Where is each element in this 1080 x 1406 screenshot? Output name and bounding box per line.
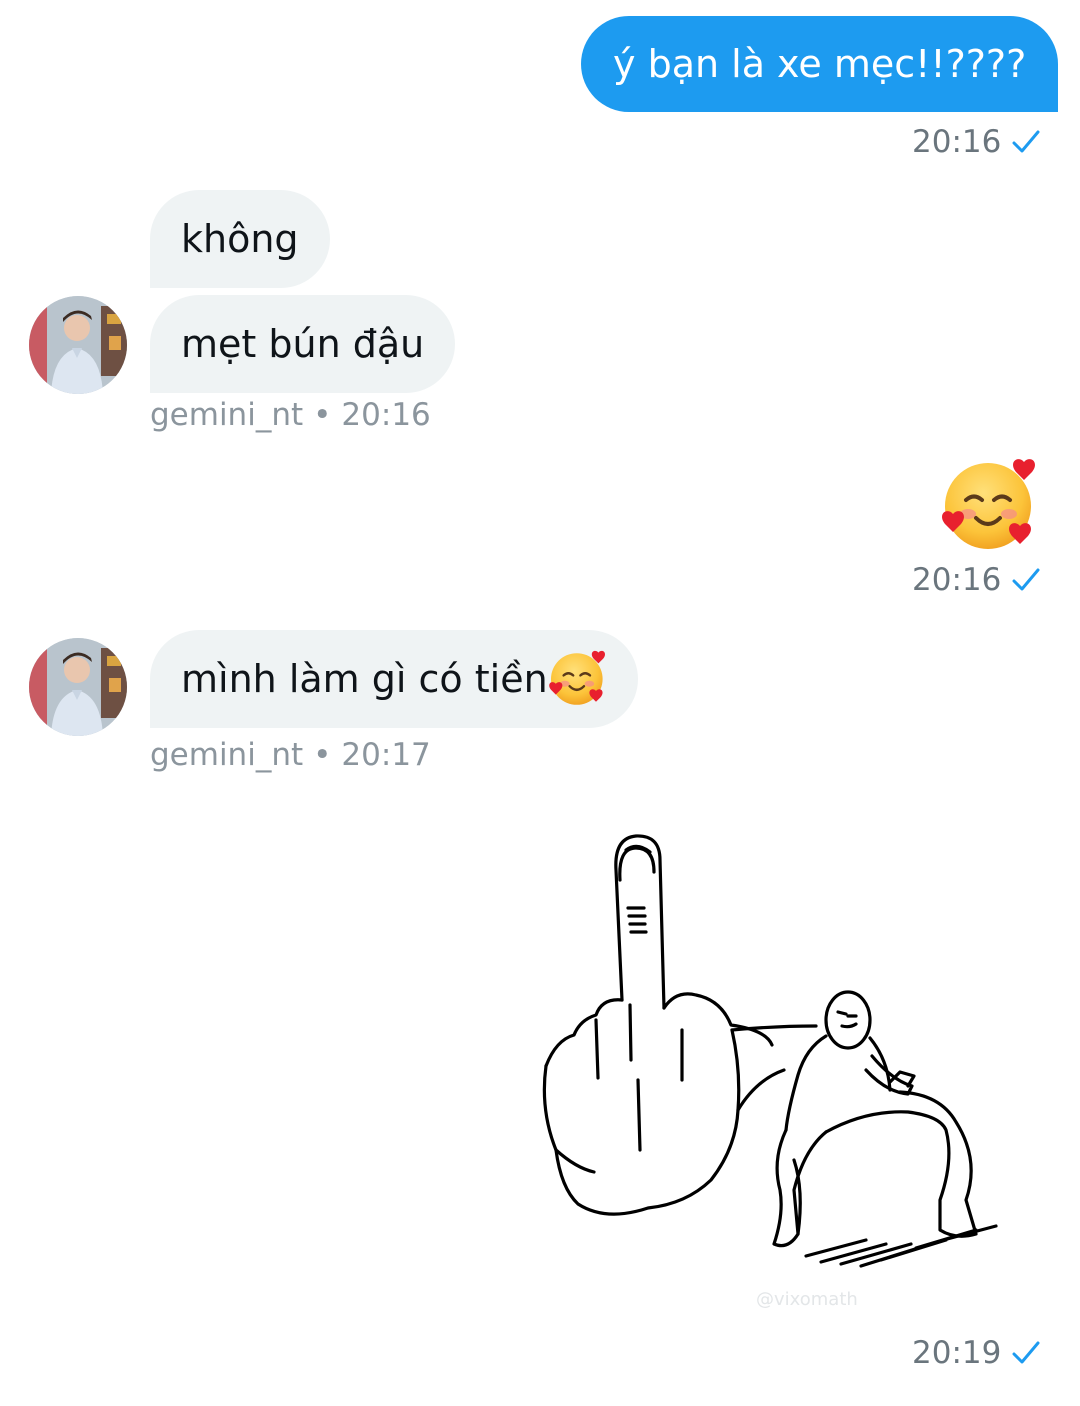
message-time: 20:17 xyxy=(341,737,431,773)
sender-name[interactable]: gemini_nt xyxy=(150,737,303,773)
message-meta: gemini_nt • 20:16 xyxy=(150,397,431,433)
message-meta: gemini_nt • 20:17 xyxy=(150,737,431,773)
user-avatar-icon xyxy=(29,638,127,736)
message-text: không xyxy=(181,217,299,261)
middle-finger-drawing-icon xyxy=(542,834,998,1268)
meta-separator: • xyxy=(313,737,332,773)
sticker-watermark: @vixomath xyxy=(756,1289,858,1310)
message-time: 20:16 xyxy=(912,562,1002,598)
user-avatar-icon xyxy=(29,296,127,394)
meta-separator: • xyxy=(313,397,332,433)
sender-name[interactable]: gemini_nt xyxy=(150,397,303,433)
message-time: 20:19 xyxy=(912,1335,1002,1371)
check-icon xyxy=(1012,1341,1040,1364)
message-text: mẹt bún đậu xyxy=(181,322,425,366)
smiling-face-with-hearts-icon xyxy=(548,650,605,705)
avatar[interactable] xyxy=(29,296,127,394)
avatar[interactable] xyxy=(29,638,127,736)
message-meta: 20:16 xyxy=(912,562,1041,598)
outgoing-message-bubble[interactable]: ý bạn là xe mẹc!!???? xyxy=(581,16,1059,112)
incoming-message-bubble[interactable]: mẹt bún đậu xyxy=(150,295,456,393)
check-icon xyxy=(1012,568,1040,591)
smiling-face-with-hearts-icon xyxy=(942,459,1035,549)
message-meta: 20:16 xyxy=(912,124,1041,160)
incoming-message-bubble[interactable]: không xyxy=(150,190,330,288)
message-time: 20:16 xyxy=(341,397,431,433)
message-text: mình làm gì có tiền xyxy=(181,657,548,701)
incoming-message-bubble[interactable]: mình làm gì có tiền xyxy=(150,630,638,728)
message-meta: 20:19 xyxy=(912,1335,1041,1371)
message-time: 20:16 xyxy=(912,124,1002,160)
outgoing-emoji-message[interactable] xyxy=(940,456,1040,560)
message-text: ý bạn là xe mẹc!!???? xyxy=(613,42,1027,86)
sticker-image[interactable] xyxy=(536,830,1006,1270)
check-icon xyxy=(1012,130,1040,153)
